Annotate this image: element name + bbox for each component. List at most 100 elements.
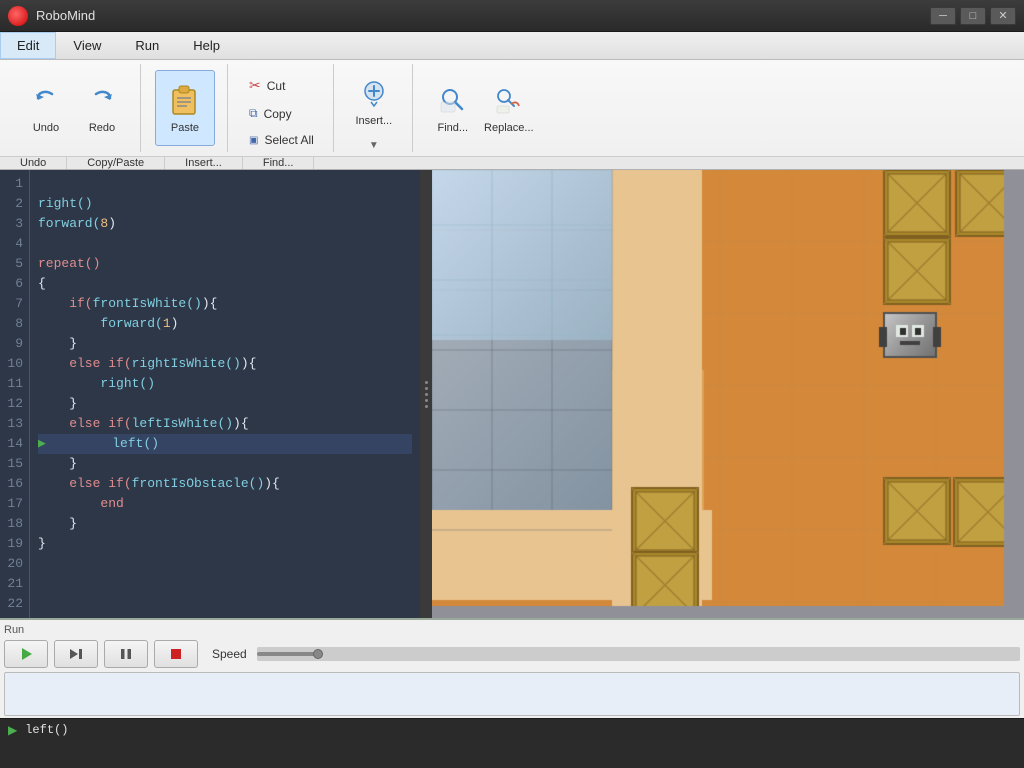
- menu-item-run[interactable]: Run: [118, 32, 176, 59]
- ribbon-group-insert: Insert... ▼: [336, 64, 413, 152]
- select-all-icon: ▣: [249, 135, 258, 146]
- ribbon-group-paste: Paste: [143, 64, 228, 152]
- ribbon-group-cut-copy: ✂ Cut ⧉ Copy ▣ Select All: [230, 64, 334, 152]
- cut-icon: ✂: [249, 77, 261, 94]
- copy-label: Copy: [264, 107, 292, 121]
- tab-find[interactable]: Find...: [243, 157, 315, 169]
- menu-item-view[interactable]: View: [56, 32, 118, 59]
- speed-slider[interactable]: [257, 647, 1020, 661]
- code-line-14[interactable]: ▶ left(): [38, 434, 412, 454]
- code-line-5[interactable]: repeat(): [38, 254, 412, 274]
- ribbon: Undo Redo: [0, 60, 1024, 170]
- vertical-divider[interactable]: [420, 170, 432, 618]
- code-line-1[interactable]: [38, 174, 412, 194]
- divider-dot: [425, 387, 428, 390]
- titlebar-left: RoboMind: [8, 6, 95, 26]
- world-canvas: [432, 170, 1024, 618]
- divider-dot: [425, 381, 428, 384]
- close-button[interactable]: ✕: [990, 7, 1016, 25]
- run-label: Run: [4, 624, 1020, 636]
- main-area: 12345678910111213141516171819202122 righ…: [0, 170, 1024, 618]
- code-line-6[interactable]: {: [38, 274, 412, 294]
- paste-button[interactable]: Paste: [155, 70, 215, 146]
- run-panel: Run Speed: [0, 618, 1024, 718]
- code-line-4[interactable]: [38, 234, 412, 254]
- redo-icon: [84, 82, 120, 118]
- ribbon-group-undo: Undo Redo: [8, 64, 141, 152]
- code-editor[interactable]: 12345678910111213141516171819202122 righ…: [0, 170, 420, 618]
- find-button[interactable]: Find...: [427, 73, 479, 143]
- line-numbers: 12345678910111213141516171819202122: [0, 170, 30, 618]
- code-line-15[interactable]: }: [38, 454, 412, 474]
- code-line-2[interactable]: right(): [38, 194, 412, 214]
- code-line-17[interactable]: end: [38, 494, 412, 514]
- code-line-7[interactable]: if(frontIsWhite()){: [38, 294, 412, 314]
- menu-item-help[interactable]: Help: [176, 32, 237, 59]
- code-content[interactable]: right()forward(8)repeat(){ if(frontIsWhi…: [30, 170, 420, 618]
- run-output: [4, 672, 1020, 716]
- code-line-21[interactable]: [38, 574, 412, 594]
- replace-icon: [491, 82, 527, 118]
- code-line-18[interactable]: }: [38, 514, 412, 534]
- cut-label: Cut: [267, 79, 286, 93]
- status-text: left(): [25, 723, 68, 737]
- menu-item-edit[interactable]: Edit: [0, 32, 56, 59]
- step-button[interactable]: [54, 640, 98, 668]
- code-line-8[interactable]: forward(1): [38, 314, 412, 334]
- divider-dot: [425, 399, 428, 402]
- undo-label: Undo: [33, 122, 59, 134]
- tab-undo[interactable]: Undo: [0, 157, 67, 169]
- divider-dot: [425, 405, 428, 408]
- select-all-button[interactable]: ▣ Select All: [242, 129, 321, 151]
- undo-button[interactable]: Undo: [20, 73, 72, 143]
- insert-label: Insert...: [355, 115, 392, 127]
- code-line-16[interactable]: else if(frontIsObstacle()){: [38, 474, 412, 494]
- ribbon-group-find: Find... Replace...: [415, 64, 547, 152]
- ribbon-tabs: Undo Copy/Paste Insert... Find...: [0, 156, 1024, 169]
- redo-label: Redo: [89, 122, 115, 134]
- paste-label: Paste: [171, 122, 199, 134]
- code-line-11[interactable]: right(): [38, 374, 412, 394]
- code-line-13[interactable]: else if(leftIsWhite()){: [38, 414, 412, 434]
- stop-button[interactable]: [154, 640, 198, 668]
- app-icon: [8, 6, 28, 26]
- undo-icon: [28, 82, 64, 118]
- code-line-10[interactable]: else if(rightIsWhite()){: [38, 354, 412, 374]
- menu-bar: Edit View Run Help: [0, 32, 1024, 60]
- insert-dropdown-icon[interactable]: ▼: [369, 140, 379, 151]
- minimize-button[interactable]: ─: [930, 7, 956, 25]
- tab-insert[interactable]: Insert...: [165, 157, 243, 169]
- copy-icon: ⧉: [249, 106, 258, 121]
- redo-button[interactable]: Redo: [76, 73, 128, 143]
- maximize-button[interactable]: □: [960, 7, 986, 25]
- code-line-22[interactable]: [38, 594, 412, 614]
- divider-dot: [425, 393, 428, 396]
- find-label: Find...: [438, 122, 469, 134]
- code-line-12[interactable]: }: [38, 394, 412, 414]
- copy-button[interactable]: ⧉ Copy: [242, 102, 321, 125]
- insert-button[interactable]: Insert...: [348, 66, 400, 136]
- code-line-3[interactable]: forward(8): [38, 214, 412, 234]
- insert-icon: [356, 75, 392, 111]
- tab-copy-paste[interactable]: Copy/Paste: [67, 157, 165, 169]
- titlebar-controls: ─ □ ✕: [930, 7, 1016, 25]
- world-view: [432, 170, 1024, 618]
- pause-button[interactable]: [104, 640, 148, 668]
- select-all-label: Select All: [264, 133, 313, 147]
- code-line-9[interactable]: }: [38, 334, 412, 354]
- ribbon-content: Undo Redo: [0, 60, 1024, 156]
- current-line-arrow: ▶: [38, 434, 46, 454]
- speed-label: Speed: [212, 647, 247, 661]
- title-bar: RoboMind ─ □ ✕: [0, 0, 1024, 32]
- status-arrow-icon: ▶: [8, 723, 17, 737]
- run-controls: Speed: [4, 640, 1020, 668]
- code-line-19[interactable]: }: [38, 534, 412, 554]
- replace-label: Replace...: [484, 122, 534, 134]
- replace-button[interactable]: Replace...: [483, 73, 535, 143]
- play-button[interactable]: [4, 640, 48, 668]
- code-line-20[interactable]: [38, 554, 412, 574]
- cut-button[interactable]: ✂ Cut: [242, 73, 321, 98]
- find-icon: [435, 82, 471, 118]
- status-bar: ▶ left(): [0, 718, 1024, 740]
- app-title: RoboMind: [36, 8, 95, 23]
